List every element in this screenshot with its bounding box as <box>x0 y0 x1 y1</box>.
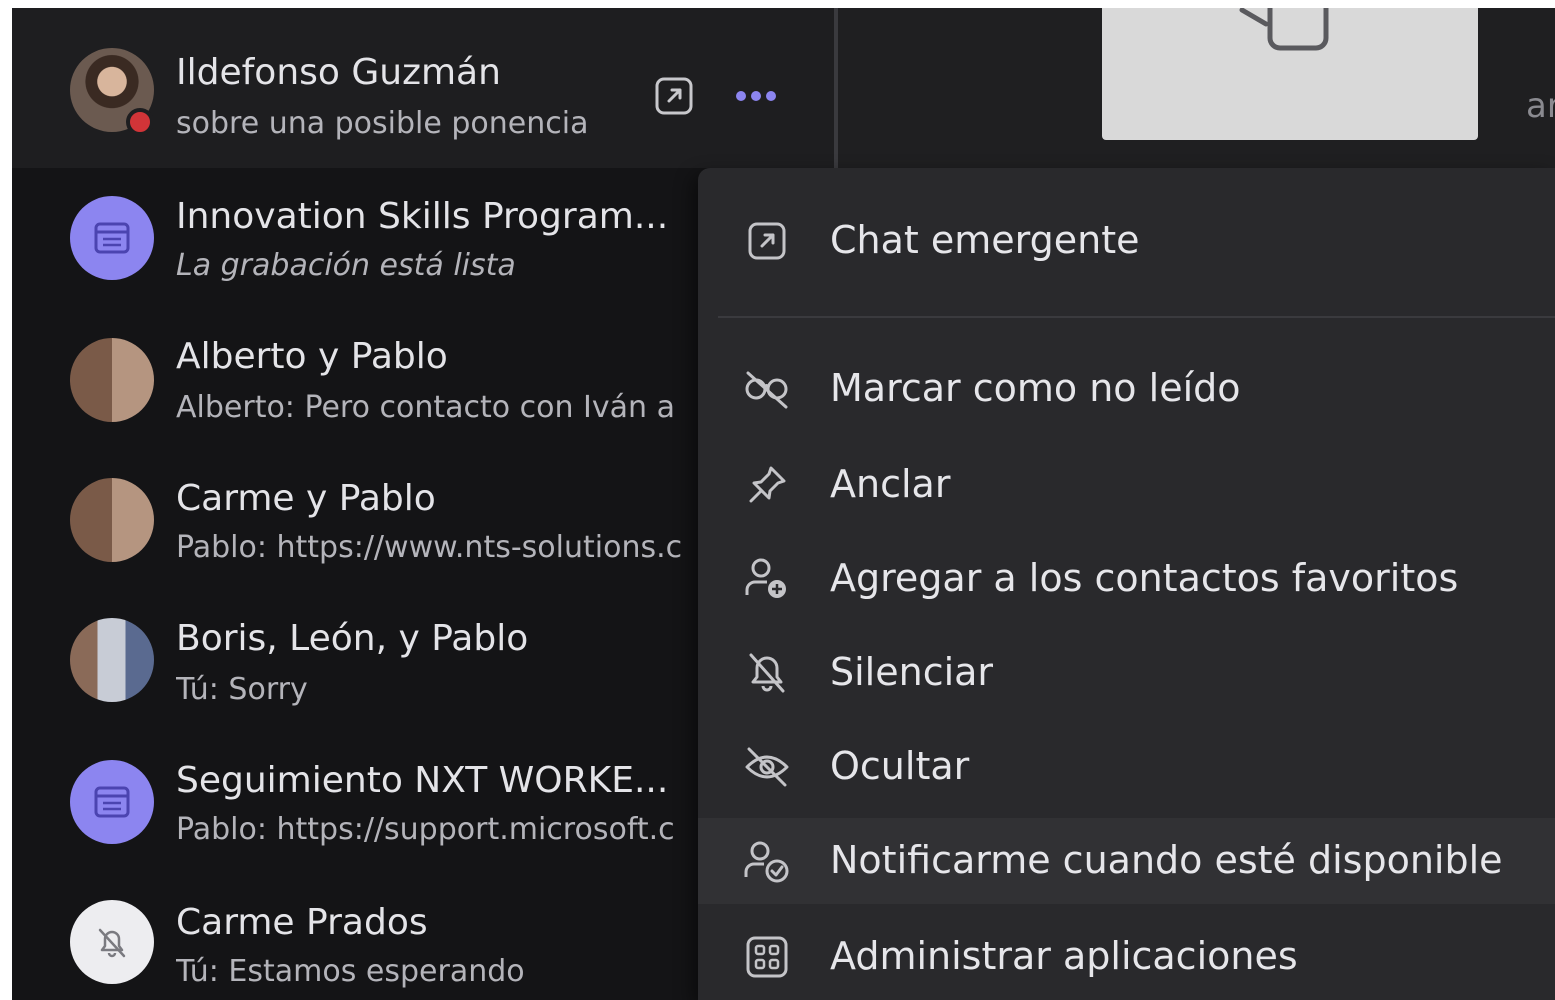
pane-divider <box>834 8 838 168</box>
group-avatar <box>70 478 154 562</box>
pin-icon <box>742 460 792 510</box>
menu-item-anclar[interactable]: Anclar <box>698 442 1555 528</box>
menu-item-agregar-favoritos[interactable]: Agregar a los contactos favoritos <box>698 536 1555 622</box>
share-screen-icon <box>1239 8 1329 51</box>
chat-preview: Pablo: https://www.nts-solutions.c <box>176 530 683 565</box>
muted-bell-icon <box>98 928 126 958</box>
menu-label: Administrar aplicaciones <box>830 934 1298 978</box>
menu-item-notificarme-disponible[interactable]: Notificarme cuando esté disponible <box>698 818 1555 904</box>
popout-chat-icon[interactable] <box>652 74 696 118</box>
more-options-icon[interactable] <box>734 74 778 118</box>
chat-preview: La grabación está lista <box>176 248 516 283</box>
menu-divider <box>718 316 1555 318</box>
chat-preview: Tú: Estamos esperando <box>176 954 525 989</box>
menu-item-silenciar[interactable]: Silenciar <box>698 630 1555 716</box>
menu-item-administrar-aplicaciones[interactable]: Administrar aplicaciones <box>698 914 1555 1000</box>
meeting-avatar <box>70 760 154 844</box>
calendar-icon <box>94 786 130 818</box>
group-avatar <box>70 338 154 422</box>
group-avatar <box>70 618 154 702</box>
hide-icon <box>742 742 792 792</box>
menu-label: Marcar como no leído <box>830 366 1241 410</box>
chat-context-menu: Chat emergente Marcar como no leído Ancl… <box>698 168 1555 1000</box>
chat-name: Seguimiento NXT WORKE... <box>176 760 669 801</box>
chat-item-ildefonso-guzman[interactable]: Ildefonso Guzmán sobre una posible ponen… <box>12 8 834 168</box>
popout-icon <box>742 216 792 266</box>
menu-label: Agregar a los contactos favoritos <box>830 556 1459 600</box>
chat-name: Carme Prados <box>176 902 428 943</box>
menu-label: Notificarme cuando esté disponible <box>830 838 1503 882</box>
chat-name: Alberto y Pablo <box>176 336 448 377</box>
chat-name: Carme y Pablo <box>176 478 436 519</box>
shared-content-preview[interactable] <box>1102 8 1478 140</box>
menu-label: Anclar <box>830 462 951 506</box>
notify-available-icon <box>742 836 792 886</box>
chat-preview: Pablo: https://support.microsoft.c <box>176 812 675 847</box>
chat-name: Ildefonso Guzmán <box>176 52 501 93</box>
cropped-text: ar <box>1526 86 1555 126</box>
chat-name: Innovation Skills Program... <box>176 196 669 237</box>
meeting-avatar <box>70 196 154 280</box>
mark-unread-icon <box>742 364 792 414</box>
teams-window: Ildefonso Guzmán sobre una posible ponen… <box>12 8 1555 1000</box>
presence-busy-badge <box>126 108 154 136</box>
add-favorite-contact-icon <box>742 554 792 604</box>
chat-preview: Tú: Sorry <box>176 672 308 707</box>
menu-label: Silenciar <box>830 650 994 694</box>
chat-preview: sobre una posible ponencia <box>176 106 589 141</box>
calendar-icon <box>94 222 130 254</box>
mute-icon <box>742 648 792 698</box>
menu-item-marcar-no-leido[interactable]: Marcar como no leído <box>698 346 1555 432</box>
menu-label: Ocultar <box>830 744 970 788</box>
chat-name: Boris, León, y Pablo <box>176 618 529 659</box>
menu-item-ocultar[interactable]: Ocultar <box>698 724 1555 810</box>
manage-apps-icon <box>742 932 792 982</box>
chat-preview: Alberto: Pero contacto con Iván a <box>176 390 675 425</box>
muted-avatar <box>70 900 154 984</box>
menu-item-chat-emergente[interactable]: Chat emergente <box>698 198 1555 284</box>
menu-label: Chat emergente <box>830 218 1140 262</box>
